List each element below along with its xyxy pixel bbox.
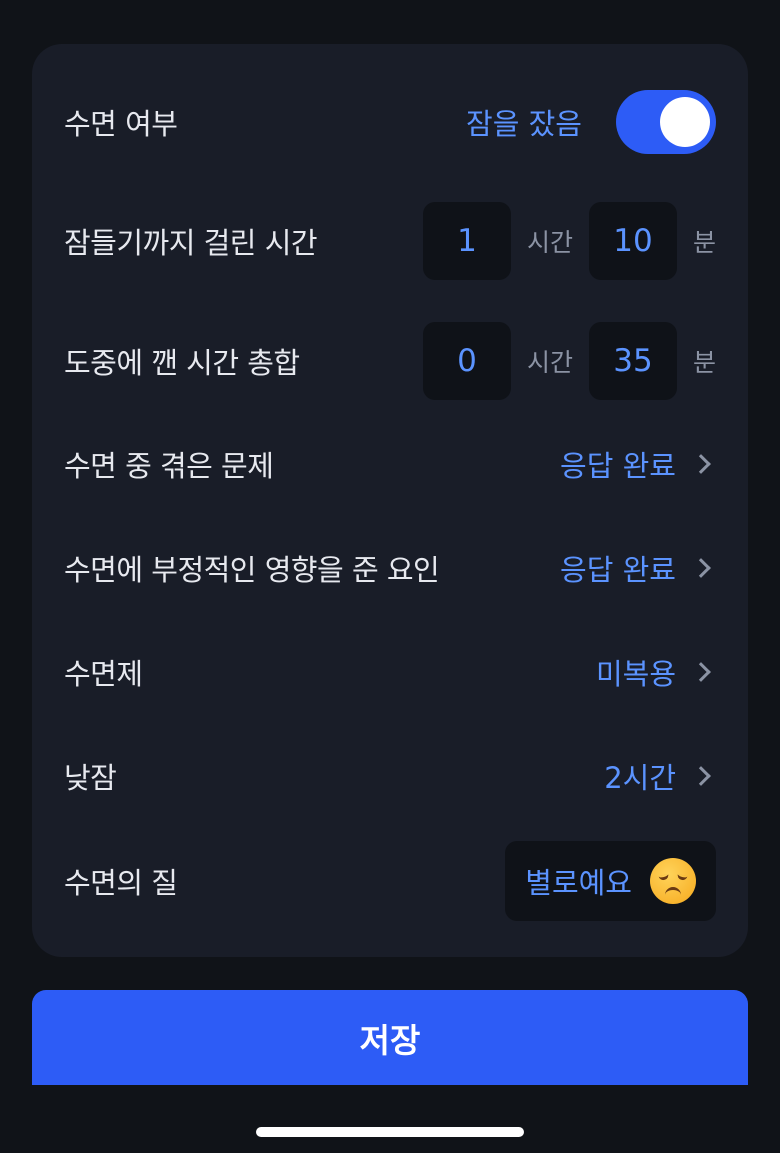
negative-factors-link[interactable]: 응답 완료: [560, 547, 716, 589]
awake-time-label: 도중에 깬 시간 총합: [64, 346, 300, 380]
sleep-latency-time: 1 시간 10 분: [422, 202, 716, 280]
slept-toggle-group: 잠을 잤음: [466, 90, 716, 154]
awake-time-hours-input[interactable]: 0: [422, 322, 511, 400]
sleeping-pill-label: 수면제: [64, 657, 143, 691]
nap-label: 낮잠: [64, 761, 117, 795]
slept-label: 수면 여부: [64, 107, 178, 141]
save-button[interactable]: 저장: [32, 990, 748, 1085]
chevron-right-icon: [691, 662, 711, 682]
row-problems: 수면 중 겪은 문제 응답 완료: [64, 440, 716, 488]
row-sleeping-pill: 수면제 미복용: [64, 648, 716, 696]
row-quality: 수면의 질 별로예요: [64, 841, 716, 921]
sleep-record-card: 수면 여부 잠을 잤음 잠들기까지 걸린 시간 1 시간 10 분 도중에 깬 …: [32, 44, 748, 957]
chevron-right-icon: [691, 454, 711, 474]
hour-unit-label: 시간: [526, 228, 573, 257]
row-slept: 수면 여부 잠을 잤음: [64, 90, 716, 154]
sleep-latency-hours-input[interactable]: 1: [422, 202, 511, 280]
slept-toggle[interactable]: [616, 90, 716, 154]
chevron-right-icon: [691, 766, 711, 786]
hour-unit-label: 시간: [526, 348, 573, 377]
nap-value: 2시간: [604, 761, 676, 795]
sleep-latency-label: 잠들기까지 걸린 시간: [64, 226, 318, 260]
row-nap: 낮잠 2시간: [64, 752, 716, 800]
minute-unit-label: 분: [692, 348, 716, 377]
quality-value: 별로예요: [525, 866, 632, 900]
sleeping-pill-link[interactable]: 미복용: [596, 651, 716, 693]
toggle-knob: [660, 97, 710, 147]
quality-selector[interactable]: 별로예요: [505, 841, 716, 921]
chevron-right-icon: [691, 558, 711, 578]
problems-link[interactable]: 응답 완료: [560, 443, 716, 485]
negative-factors-value: 응답 완료: [560, 553, 676, 587]
disappointed-face-icon: [650, 858, 696, 904]
quality-label: 수면의 질: [64, 866, 178, 900]
problems-label: 수면 중 겪은 문제: [64, 449, 274, 483]
negative-factors-label: 수면에 부정적인 영향을 준 요인: [64, 553, 440, 587]
slept-status-text: 잠을 잤음: [466, 107, 582, 141]
minute-unit-label: 분: [692, 228, 716, 257]
nap-link[interactable]: 2시간: [604, 755, 716, 797]
awake-time-minutes-input[interactable]: 35: [588, 322, 677, 400]
row-awake-time: 도중에 깬 시간 총합 0 시간 35 분: [64, 322, 716, 400]
home-indicator[interactable]: [256, 1127, 524, 1137]
problems-value: 응답 완료: [560, 449, 676, 483]
row-negative-factors: 수면에 부정적인 영향을 준 요인 응답 완료: [64, 544, 716, 592]
awake-time-time: 0 시간 35 분: [422, 322, 716, 400]
sleeping-pill-value: 미복용: [595, 657, 676, 691]
sleep-latency-minutes-input[interactable]: 10: [588, 202, 677, 280]
row-sleep-latency: 잠들기까지 걸린 시간 1 시간 10 분: [64, 202, 716, 280]
